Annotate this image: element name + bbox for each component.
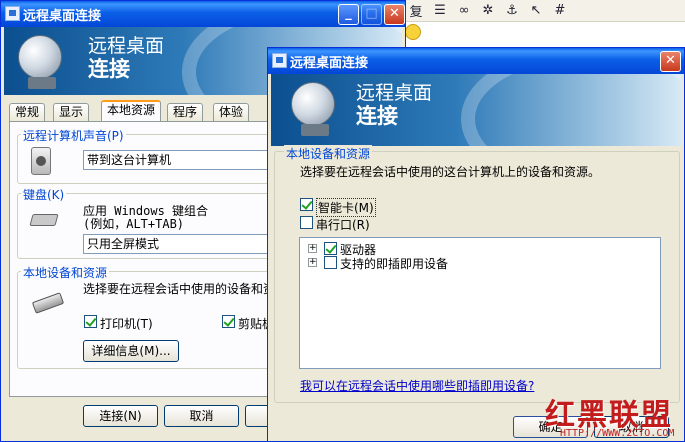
details-button[interactable]: 详细信息(M)... <box>83 340 179 362</box>
pnp-help-link[interactable]: 我可以在远程会话中使用哪些即插即用设备? <box>300 377 534 394</box>
serial-label[interactable]: 串行口(R) <box>316 216 370 233</box>
dialog-app-icon <box>272 53 287 68</box>
dialog-title: 远程桌面连接 <box>290 55 369 71</box>
unlink-icon[interactable]: ✲ <box>479 3 497 18</box>
sound-group-label: 远程计算机声音(P) <box>21 127 126 144</box>
dialog-banner-swirl <box>461 74 681 146</box>
main-window-title: 远程桌面连接 <box>23 8 102 24</box>
link-icon[interactable]: ∞ <box>455 3 473 18</box>
maximize-button[interactable]: □ <box>361 4 382 25</box>
table-icon[interactable]: # <box>551 3 569 18</box>
keyboard-group-label: 键盘(K) <box>21 186 67 203</box>
pnp-checkbox[interactable] <box>324 256 337 269</box>
connect-button[interactable]: 连接(N) <box>83 405 158 427</box>
dialog-banner: 远程桌面 连接 <box>271 74 681 146</box>
anchor-icon[interactable]: ⚓ <box>503 3 521 18</box>
dialog-banner-line1: 远程桌面 <box>356 82 433 104</box>
close-button[interactable]: ✕ <box>384 4 405 25</box>
remote-desktop-icon <box>16 35 68 91</box>
pnp-label[interactable]: 支持的即插即用设备 <box>340 255 448 272</box>
tab-experience[interactable]: 体验 <box>213 103 250 121</box>
banner-title: 远程桌面 连接 <box>88 35 164 81</box>
smartcard-checkbox[interactable] <box>300 198 313 211</box>
smiley-icon[interactable] <box>405 24 421 40</box>
keyboard-desc-line2: (例如，ALT+TAB) <box>83 217 185 231</box>
dialog-banner-line2: 连接 <box>356 104 398 128</box>
speaker-icon <box>31 147 51 175</box>
dialog-desc: 选择要在远程会话中使用的这台计算机上的设备和资源。 <box>300 165 601 179</box>
site-watermark-url: HTTP://WWW.2CTO.COM <box>560 428 675 439</box>
smartcard-label[interactable]: 智能卡(M) <box>316 198 376 217</box>
list-icon[interactable]: ☰ <box>431 3 449 18</box>
copy-label[interactable]: 复 <box>407 1 425 20</box>
dialog-group-label: 本地设备和资源 <box>284 145 373 162</box>
tab-programs[interactable]: 程序 <box>167 103 204 121</box>
banner-line1: 远程桌面 <box>88 35 165 57</box>
cancel-button[interactable]: 取消 <box>164 405 239 427</box>
printers-label[interactable]: 打印机(T) <box>100 315 153 332</box>
background-toolbar: 复 ☰ ∞ ✲ ⚓ ↖ # <box>405 0 685 22</box>
cursor-icon[interactable]: ↖ <box>527 3 545 18</box>
rdp-app-icon <box>5 6 20 21</box>
device-tree[interactable]: + 驱动器 + 支持的即插即用设备 <box>299 237 661 369</box>
tab-display[interactable]: 显示 <box>53 103 90 121</box>
printers-checkbox[interactable] <box>84 315 97 328</box>
serial-checkbox[interactable] <box>300 216 313 229</box>
main-titlebar[interactable]: 远程桌面连接 _ □ ✕ <box>1 1 405 27</box>
dialog-close-button[interactable]: ✕ <box>660 51 681 72</box>
tree-item-pnp[interactable]: + 支持的即插即用设备 <box>308 255 558 271</box>
dialog-banner-title: 远程桌面 连接 <box>356 82 432 128</box>
expand-drives-icon[interactable]: + <box>308 244 317 253</box>
devices-desc: 选择要在远程会话中使用的设备和资 <box>83 282 276 296</box>
expand-pnp-icon[interactable]: + <box>308 258 317 267</box>
banner-line2: 连接 <box>88 57 130 81</box>
keyboard-icon <box>29 214 59 226</box>
tab-local-resources[interactable]: 本地资源 <box>101 100 162 121</box>
devices-dialog: 远程桌面连接 ✕ 远程桌面 连接 本地设备和资源 选择要在远程会话中使用的这台计… <box>267 47 685 442</box>
tab-general[interactable]: 常规 <box>9 103 46 121</box>
devices-group-label: 本地设备和资源 <box>21 264 110 281</box>
minimize-button[interactable]: _ <box>338 4 359 25</box>
clipboard-checkbox[interactable] <box>222 315 235 328</box>
dialog-remote-desktop-icon <box>289 82 341 138</box>
dialog-titlebar[interactable]: 远程桌面连接 ✕ <box>268 48 684 74</box>
drives-checkbox[interactable] <box>324 242 337 255</box>
